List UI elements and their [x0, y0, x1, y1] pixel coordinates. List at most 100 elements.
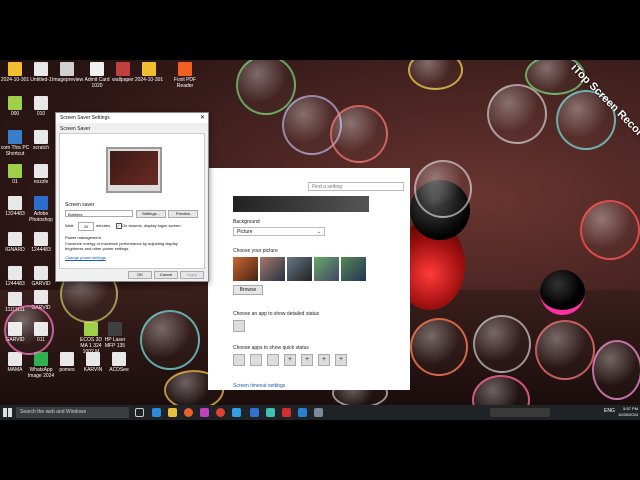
- file-icon: [8, 352, 22, 366]
- lock-screen-preview: [233, 196, 369, 212]
- file-icon: [112, 352, 126, 366]
- file-icon: [8, 196, 22, 210]
- desktop-icon[interactable]: Imagepreview: [52, 62, 83, 83]
- desktop-icon-label: Adobe Photoshop: [29, 211, 53, 223]
- power-text: Conserve energy or maximize performance …: [65, 241, 178, 251]
- file-icon: [8, 62, 22, 76]
- detailed-status-app-button[interactable]: [233, 320, 245, 332]
- app-icon[interactable]: [232, 408, 241, 417]
- file-icon: [34, 266, 48, 280]
- app-icon[interactable]: [200, 408, 209, 417]
- screen-timeout-link[interactable]: Screen timeout settings: [233, 383, 285, 389]
- file-icon: [60, 352, 74, 366]
- preview-button[interactable]: Preview: [168, 210, 198, 218]
- change-power-settings-link[interactable]: Change power settings: [65, 255, 106, 260]
- file-icon: [8, 232, 22, 246]
- file-icon: [34, 164, 48, 178]
- file-icon: [116, 62, 130, 76]
- desktop-icon[interactable]: nozzle: [26, 164, 56, 185]
- minutes-label: minutes: [96, 223, 111, 228]
- desktop-icon[interactable]: 1324483: [0, 196, 30, 217]
- wait-input[interactable]: 20: [78, 222, 94, 231]
- store-icon[interactable]: [250, 408, 259, 417]
- close-icon[interactable]: ✕: [200, 113, 205, 123]
- desktop-icon[interactable]: scratch: [26, 130, 56, 151]
- clock-date: 10/30/2024: [618, 412, 639, 417]
- picture-thumbnail[interactable]: [287, 257, 312, 281]
- windows-icon: [3, 408, 12, 417]
- quick-status-slot[interactable]: [233, 354, 245, 366]
- desktop-icon[interactable]: 2024-10-301: [134, 62, 164, 83]
- add-quick-status-button[interactable]: +: [301, 354, 313, 366]
- resume-label: On resume, display logon screen: [122, 223, 181, 228]
- desktop-icon-label: GARVID: [31, 281, 51, 287]
- quick-status-slot[interactable]: [250, 354, 262, 366]
- desktop-icon[interactable]: GARVID: [26, 266, 56, 287]
- background-label: Background: [233, 219, 260, 225]
- settings-app-icon[interactable]: [314, 408, 323, 417]
- desktop-icon-label: nozzle: [33, 179, 49, 185]
- file-icon: [34, 96, 48, 110]
- tab-screen-saver[interactable]: Screen Saver: [60, 126, 90, 132]
- edge-icon[interactable]: [152, 408, 161, 417]
- cancel-button[interactable]: Cancel: [154, 271, 178, 279]
- background-select[interactable]: Picture ⌄: [233, 227, 325, 236]
- pink-ring-sphere: [540, 270, 585, 315]
- file-icon: [108, 322, 122, 336]
- picture-thumbnail[interactable]: [341, 257, 366, 281]
- settings-header: [208, 168, 410, 178]
- add-quick-status-button[interactable]: +: [318, 354, 330, 366]
- settings-button[interactable]: Settings...: [136, 210, 166, 218]
- chevron-down-icon: ⌄: [316, 229, 321, 235]
- desktop-icon[interactable]: HP Laser MFP 135: [100, 322, 130, 349]
- picture-thumbnail[interactable]: [314, 257, 339, 281]
- bubble: [580, 200, 640, 260]
- desktop-icon[interactable]: 01: [0, 164, 30, 185]
- ok-button[interactable]: OK: [128, 271, 152, 279]
- quick-status-slot[interactable]: [267, 354, 279, 366]
- add-quick-status-button[interactable]: +: [284, 354, 296, 366]
- browse-button[interactable]: Browse: [233, 285, 263, 295]
- bubble: [410, 318, 468, 376]
- apply-button[interactable]: Apply: [180, 271, 204, 279]
- file-icon: [34, 130, 48, 144]
- file-icon: [178, 62, 192, 76]
- file-icon: [34, 232, 48, 246]
- clock[interactable]: 5:57 PM 10/30/2024: [618, 406, 638, 418]
- desktop-icon-label: Foxit PDF Reader: [173, 77, 197, 89]
- file-icon: [8, 130, 22, 144]
- recorder-toolbar[interactable]: [490, 408, 550, 417]
- screen-saver-select[interactable]: Bubbles: [65, 210, 133, 217]
- file-icon: [34, 196, 48, 210]
- desktop-icon[interactable]: 1244483: [26, 232, 56, 253]
- picture-thumbnail[interactable]: [260, 257, 285, 281]
- desktop-icon[interactable]: ACDSee: [104, 352, 134, 373]
- task-view-icon[interactable]: [135, 408, 144, 417]
- firefox-icon[interactable]: [184, 408, 193, 417]
- search-box[interactable]: Find a setting: [308, 182, 404, 191]
- letterbox-top: [0, 0, 640, 60]
- language-indicator[interactable]: ENG: [604, 408, 615, 414]
- desktop-icon[interactable]: Adobe Photoshop: [26, 196, 56, 223]
- background-value: Picture: [237, 229, 253, 235]
- picture-thumbnail[interactable]: [233, 257, 258, 281]
- add-quick-status-button[interactable]: +: [335, 354, 347, 366]
- start-button[interactable]: [3, 408, 12, 417]
- file-explorer-icon[interactable]: [168, 408, 177, 417]
- bubble: [140, 310, 200, 370]
- desktop-icon[interactable]: 010: [26, 96, 56, 117]
- quick-status-label: Choose apps to show quick status: [233, 345, 309, 351]
- chrome-icon[interactable]: [216, 408, 225, 417]
- app-icon[interactable]: [266, 408, 275, 417]
- wait-label: Wait:: [65, 223, 74, 228]
- app-icon[interactable]: [282, 408, 291, 417]
- taskbar-search-placeholder: Search the web and Windows: [20, 409, 87, 415]
- desktop-icon[interactable]: Foxit PDF Reader: [170, 62, 200, 89]
- screen-saver-value: Bubbles: [68, 212, 83, 217]
- file-icon: [34, 352, 48, 366]
- bubble: [330, 105, 388, 163]
- photos-icon[interactable]: [298, 408, 307, 417]
- taskbar-search[interactable]: Search the web and Windows: [16, 407, 129, 418]
- file-icon: [8, 266, 22, 280]
- dialog-titlebar: Screen Saver Settings ✕: [56, 113, 208, 123]
